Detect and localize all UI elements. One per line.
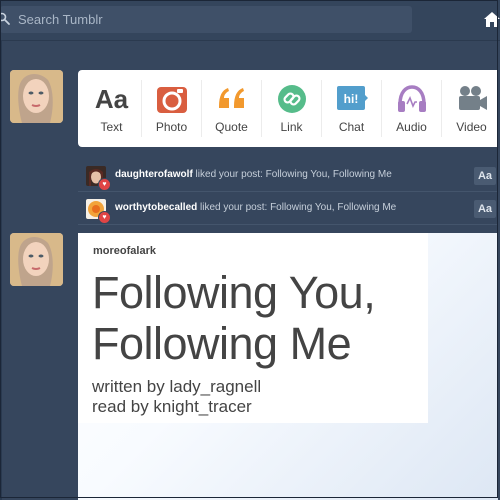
sidebar-stripe [0, 40, 2, 500]
chat-icon: hi! [336, 86, 368, 110]
camera-icon [156, 87, 187, 113]
post-title-line: Following You, [92, 267, 376, 318]
activity-text: worthytobecalled liked your post: Follow… [115, 202, 396, 213]
text-icon: Aa [94, 84, 129, 114]
post-type-link[interactable]: Link [262, 70, 321, 147]
search-bar[interactable] [0, 6, 412, 33]
post-type-label: Photo [155, 120, 188, 134]
post-type-bar: Aa Text Photo Quote Link hi! Chat Audio … [78, 70, 498, 147]
post-body: moreofalark Following You, Following Me … [78, 233, 428, 423]
post-type-badge[interactable]: Aa [474, 167, 496, 185]
activity-user[interactable]: daughterofawolf [115, 169, 193, 180]
post-author-avatar[interactable] [10, 233, 63, 286]
chat-icon-glyph: hi! [343, 92, 358, 106]
headphones-icon [397, 85, 426, 112]
post-type-label: Text [100, 120, 123, 134]
post-type-quote[interactable]: Quote [202, 70, 261, 147]
post-type-text[interactable]: Aa Text [82, 70, 141, 147]
video-camera-icon [458, 86, 487, 110]
post-type-label: Quote [215, 120, 248, 134]
post-type-badge[interactable]: Aa [474, 200, 496, 218]
post-type-label: Audio [396, 120, 427, 134]
post-type-video[interactable]: Video [442, 70, 500, 147]
user-avatar[interactable] [10, 70, 63, 123]
post-type-label: Video [456, 120, 487, 134]
top-bar [0, 0, 500, 41]
post-type-label: Link [280, 120, 303, 134]
post-card: moreofalark Following You, Following Me … [78, 233, 498, 500]
activity-user[interactable]: worthytobecalled [115, 202, 197, 213]
post-title: Following You, Following Me [92, 267, 432, 369]
activity-action[interactable]: liked your post: Following You, Followin… [193, 169, 392, 180]
quote-icon [218, 88, 244, 108]
heart-icon: ♥ [98, 178, 111, 191]
post-type-chat[interactable]: hi! Chat [322, 70, 381, 147]
activity-item[interactable]: ♥ worthytobecalled liked your post: Foll… [78, 192, 498, 225]
search-icon[interactable] [0, 12, 11, 26]
home-icon[interactable] [484, 11, 500, 27]
link-icon [277, 85, 306, 113]
post-credit-read: read by knight_tracer [92, 397, 252, 416]
heart-icon: ♥ [98, 211, 111, 224]
post-credit-written: written by lady_ragnell [92, 377, 262, 396]
post-type-audio[interactable]: Audio [382, 70, 441, 147]
activity-item[interactable]: ♥ daughterofawolf liked your post: Follo… [78, 159, 498, 192]
post-type-photo[interactable]: Photo [142, 70, 201, 147]
post-title-line: Following Me [92, 318, 352, 369]
post-username[interactable]: moreofalark [93, 245, 156, 257]
activity-action[interactable]: liked your post: Following You, Followin… [197, 202, 396, 213]
search-input[interactable] [18, 6, 398, 33]
activity-text: daughterofawolf liked your post: Followi… [115, 169, 392, 180]
post-type-label: Chat [338, 120, 365, 134]
